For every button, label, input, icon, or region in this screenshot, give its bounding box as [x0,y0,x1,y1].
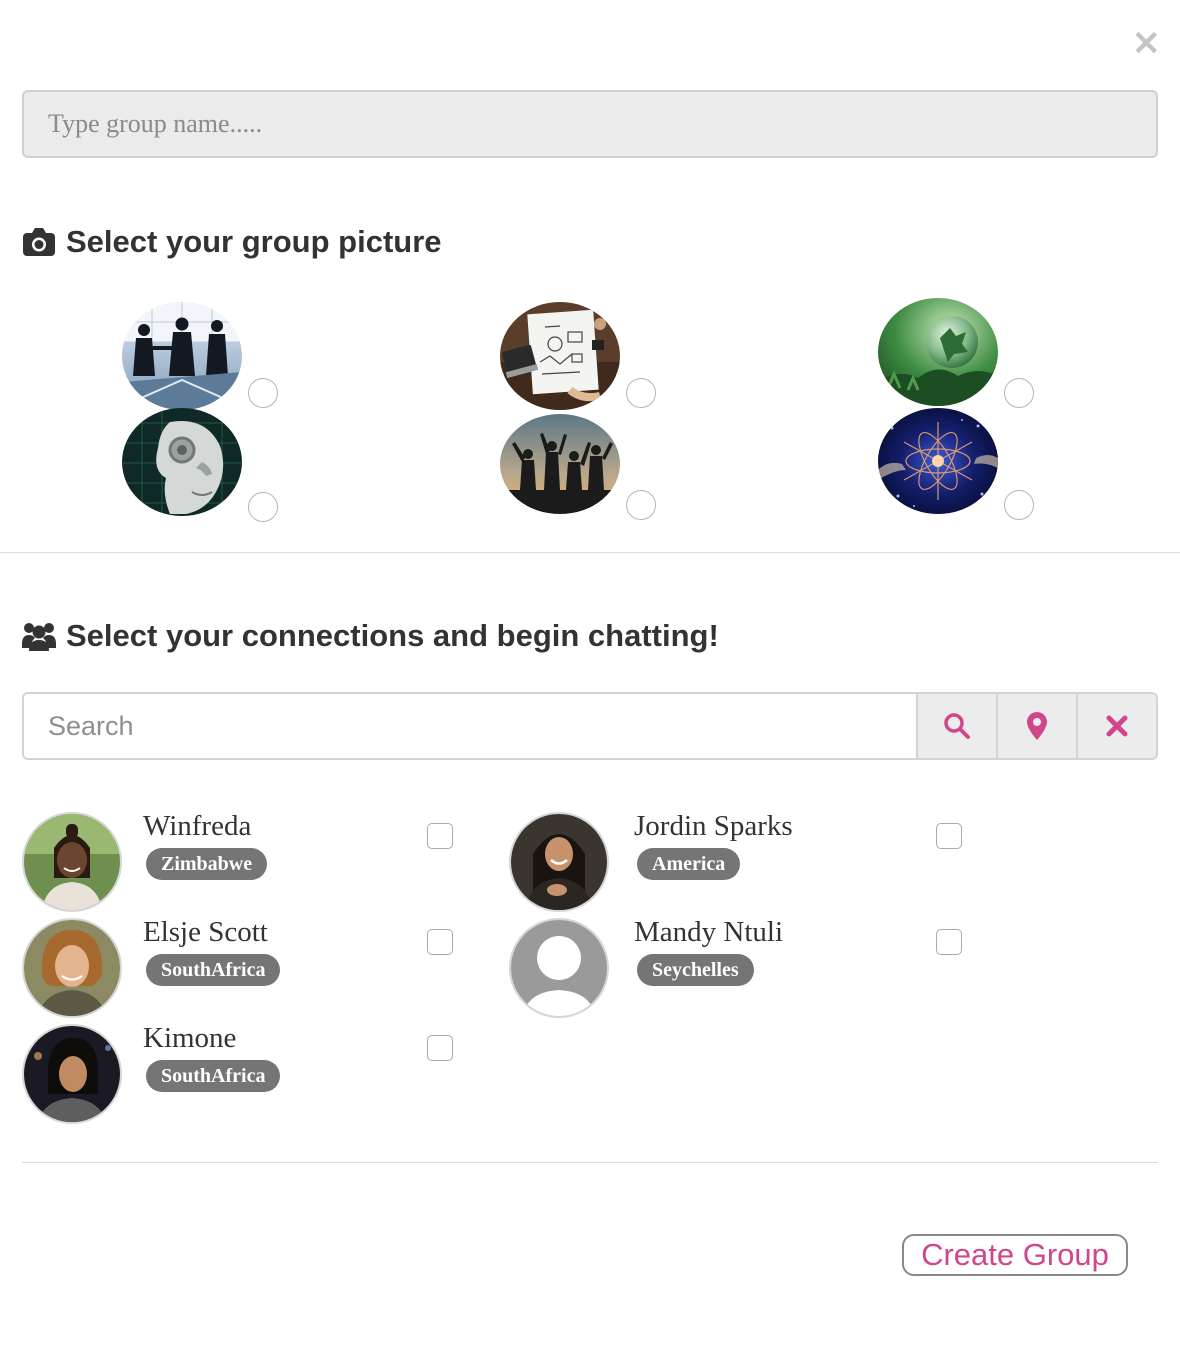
tech-network-thumbnail [878,408,998,514]
close-icon[interactable]: ✕ [1132,27,1161,61]
group-picture-heading: Select your group picture [22,224,442,260]
country-badge: America [637,848,741,880]
group-name-input[interactable] [22,90,1158,158]
contact-name: Winfreda [143,810,252,842]
green-globe-thumbnail [878,298,998,406]
search-button[interactable] [916,694,996,758]
default-avatar-icon [509,918,609,1018]
group-picture-title: Select your group picture [66,224,442,259]
contact-checkbox[interactable] [936,929,962,955]
group-name-field-wrapper [22,90,1158,158]
contact-checkbox[interactable] [427,823,453,849]
people-silhouettes-thumbnail [500,414,620,514]
avatar [22,1024,122,1124]
contact-name: Kimone [143,1022,237,1054]
desk-planning-thumbnail [500,302,620,410]
contact-checkbox[interactable] [427,1035,453,1061]
avatar [22,918,122,1018]
business-handshake-thumbnail [122,302,242,410]
contact-checkbox[interactable] [936,823,962,849]
country-badge: SouthAfrica [146,1060,281,1092]
country-badge: Zimbabwe [146,848,268,880]
map-marker-icon [1027,712,1047,740]
contact-name: Mandy Ntuli [634,916,784,948]
avatar [22,812,122,912]
contact-name: Jordin Sparks [634,810,793,842]
clear-search-button[interactable] [1076,694,1156,758]
search-input[interactable] [24,694,916,758]
create-group-button[interactable]: Create Group [902,1234,1128,1276]
connections-heading: Select your connections and begin chatti… [22,618,719,654]
camera-icon [23,228,55,256]
picture-radio-globe[interactable] [1004,378,1034,408]
country-badge: SouthAfrica [146,954,281,986]
robot-head-thumbnail [122,408,242,516]
picture-radio-robot[interactable] [248,492,278,522]
footer-divider [22,1162,1158,1163]
avatar [509,812,609,912]
connections-title: Select your connections and begin chatti… [66,618,719,653]
contact-checkbox[interactable] [427,929,453,955]
connection-search-bar [22,692,1158,760]
clear-icon [1106,715,1128,737]
users-icon [22,623,56,651]
search-icon [944,713,970,739]
picture-radio-business[interactable] [248,378,278,408]
location-filter-button[interactable] [996,694,1076,758]
section-divider [0,552,1180,553]
contact-name: Elsje Scott [143,916,268,948]
country-badge: Seychelles [637,954,754,986]
picture-radio-network[interactable] [1004,490,1034,520]
picture-radio-silhouettes[interactable] [626,490,656,520]
picture-radio-desk[interactable] [626,378,656,408]
